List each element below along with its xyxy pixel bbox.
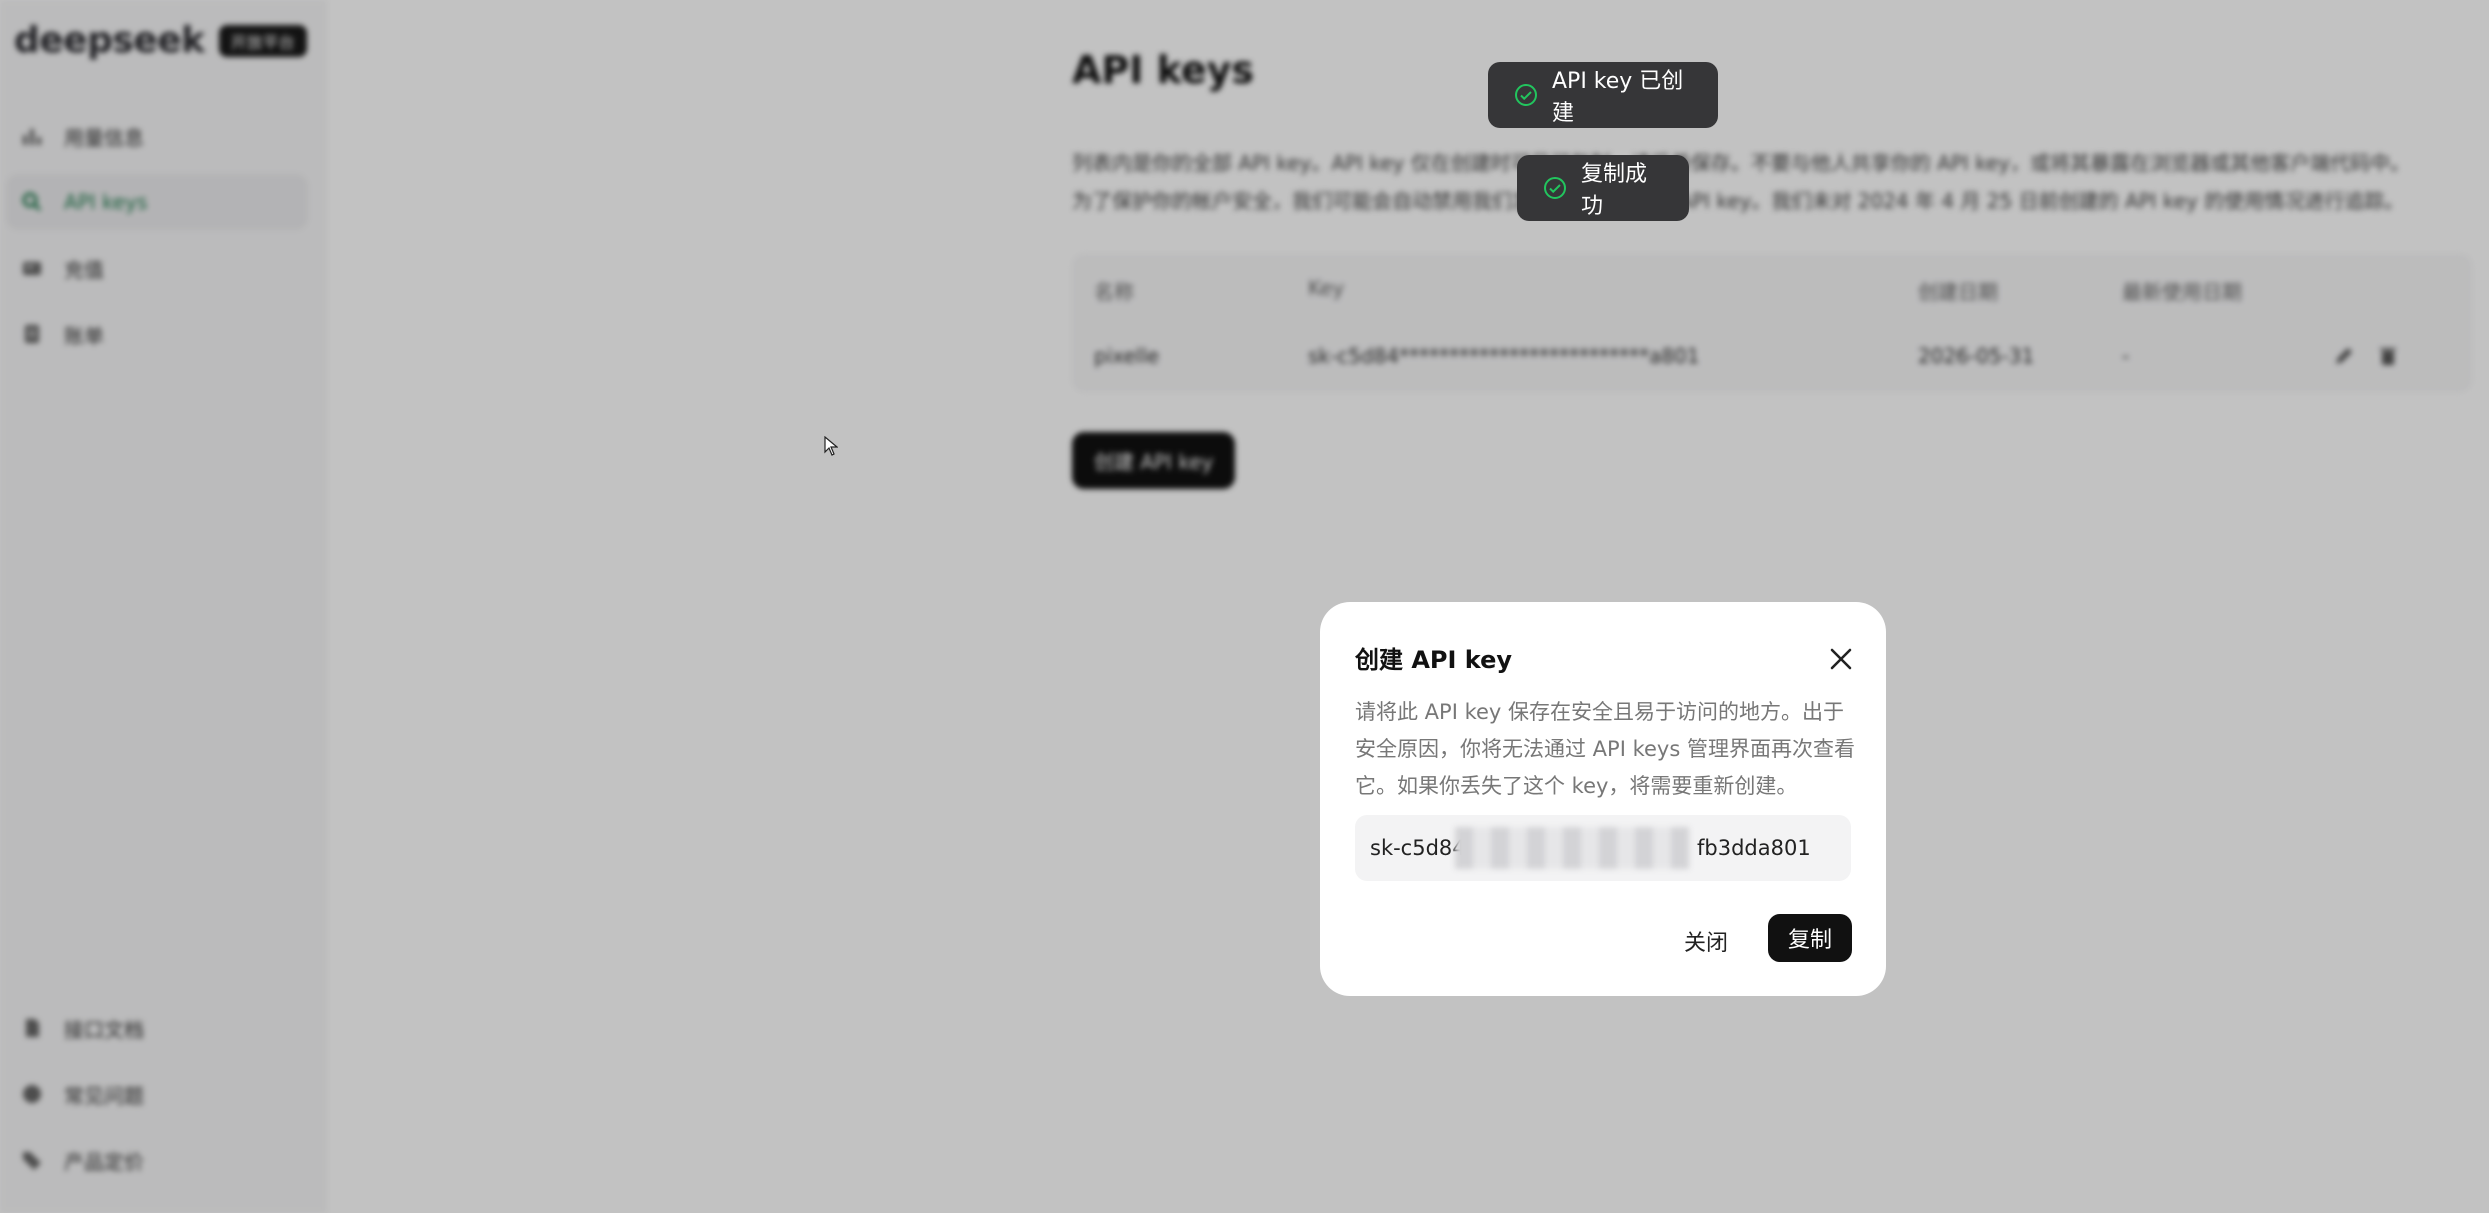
mouse-cursor-icon xyxy=(824,435,839,460)
dialog-title: 创建 API key xyxy=(1355,646,1513,674)
copy-button[interactable]: 复制 xyxy=(1768,914,1852,962)
description-line: 安全原因，你将无法通过 API keys 管理界面再次查看 xyxy=(1355,737,1855,761)
check-circle-icon xyxy=(1514,83,1538,107)
description-line: 它。如果你丢失了这个 key，将需要重新创建。 xyxy=(1355,774,1798,798)
toast-text: API key 已创建 xyxy=(1552,69,1684,126)
check-circle-icon xyxy=(1543,176,1567,200)
toast-copy-success: 复制成功 xyxy=(1517,155,1689,221)
toast-key-created: API key 已创建 xyxy=(1488,62,1718,128)
modal-overlay[interactable] xyxy=(0,0,2489,1213)
api-key-suffix: fb3dda801 xyxy=(1697,836,1811,860)
dialog-description: 请将此 API key 保存在安全且易于访问的地方。出于 安全原因，你将无法通过… xyxy=(1355,694,1855,805)
close-icon[interactable] xyxy=(1828,646,1854,672)
description-line: 请将此 API key 保存在安全且易于访问的地方。出于 xyxy=(1355,700,1845,724)
api-key-mask xyxy=(1455,827,1689,869)
api-key-field[interactable]: sk-c5d84 fb3dda801 xyxy=(1355,815,1851,881)
app-window: deepseek 开放平台 用量信息 API keys 充值 账单 接口文档 常… xyxy=(0,0,2489,1213)
close-button[interactable]: 关闭 xyxy=(1666,917,1746,965)
api-key-prefix: sk-c5d84 xyxy=(1370,836,1466,860)
toast-text: 复制成功 xyxy=(1581,162,1648,219)
create-api-key-dialog: 创建 API key 请将此 API key 保存在安全且易于访问的地方。出于 … xyxy=(1320,602,1886,996)
